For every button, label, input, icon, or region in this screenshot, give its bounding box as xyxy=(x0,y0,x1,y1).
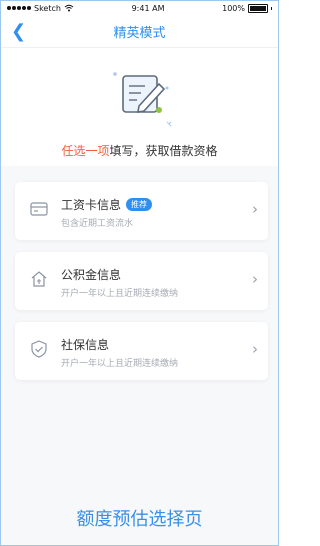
battery-icon xyxy=(248,3,268,13)
card-title: 公积金信息 xyxy=(61,266,121,283)
battery-percent: 100% xyxy=(222,3,245,13)
recommend-badge: 推荐 xyxy=(126,198,153,211)
salary-card-option[interactable]: 工资卡信息 推荐 包含近期工资流水 › xyxy=(15,182,268,240)
nav-bar: ❮ 精英模式 xyxy=(1,15,278,48)
status-right: 100% xyxy=(222,3,272,13)
clipboard-pen-icon xyxy=(113,72,172,127)
house-icon xyxy=(31,271,47,287)
card-subtitle: 开户一年以上且近期连续缴纳 xyxy=(61,359,179,369)
hero-rest: 填写，获取借款资格 xyxy=(109,144,218,158)
card-title: 工资卡信息 推荐 xyxy=(61,196,153,213)
chevron-right-icon: › xyxy=(252,200,258,218)
carrier-name: Sketch xyxy=(34,3,61,13)
shield-check-icon xyxy=(31,340,47,358)
chevron-right-icon: › xyxy=(252,270,258,288)
battery-tip xyxy=(271,6,272,10)
housing-fund-option[interactable]: 公积金信息 开户一年以上且近期连续缴纳 › xyxy=(15,252,268,310)
phone-screen: Sketch 9:41 AM 100% ❮ 精英模式 任选一项填写，获取借款资格… xyxy=(0,0,279,546)
chevron-right-icon: › xyxy=(252,340,258,358)
page-title: 精英模式 xyxy=(113,25,166,41)
status-bar: Sketch 9:41 AM 100% xyxy=(1,1,278,15)
clock: 9:41 AM xyxy=(131,3,165,13)
card-title-text: 社保信息 xyxy=(61,338,110,352)
hero-section: 任选一项填写，获取借款资格 xyxy=(1,48,278,166)
card-title-text: 公积金信息 xyxy=(61,268,122,282)
bank-card-icon xyxy=(30,202,48,216)
signal-icon xyxy=(7,6,31,10)
hero-highlight: 任选一项 xyxy=(61,144,110,158)
card-title: 社保信息 xyxy=(61,336,109,353)
hero-instruction: 任选一项填写，获取借款资格 xyxy=(1,142,278,159)
card-subtitle: 开户一年以上且近期连续缴纳 xyxy=(61,289,179,299)
page-caption: 额度预估选择页 xyxy=(76,509,203,530)
card-title-text: 工资卡信息 xyxy=(61,198,122,212)
card-subtitle: 包含近期工资流水 xyxy=(61,219,134,229)
wifi-icon xyxy=(64,4,74,12)
status-left: Sketch xyxy=(7,4,74,13)
social-insurance-option[interactable]: 社保信息 开户一年以上且近期连续缴纳 › xyxy=(15,322,268,380)
back-chevron-icon[interactable]: ❮ xyxy=(11,21,26,42)
